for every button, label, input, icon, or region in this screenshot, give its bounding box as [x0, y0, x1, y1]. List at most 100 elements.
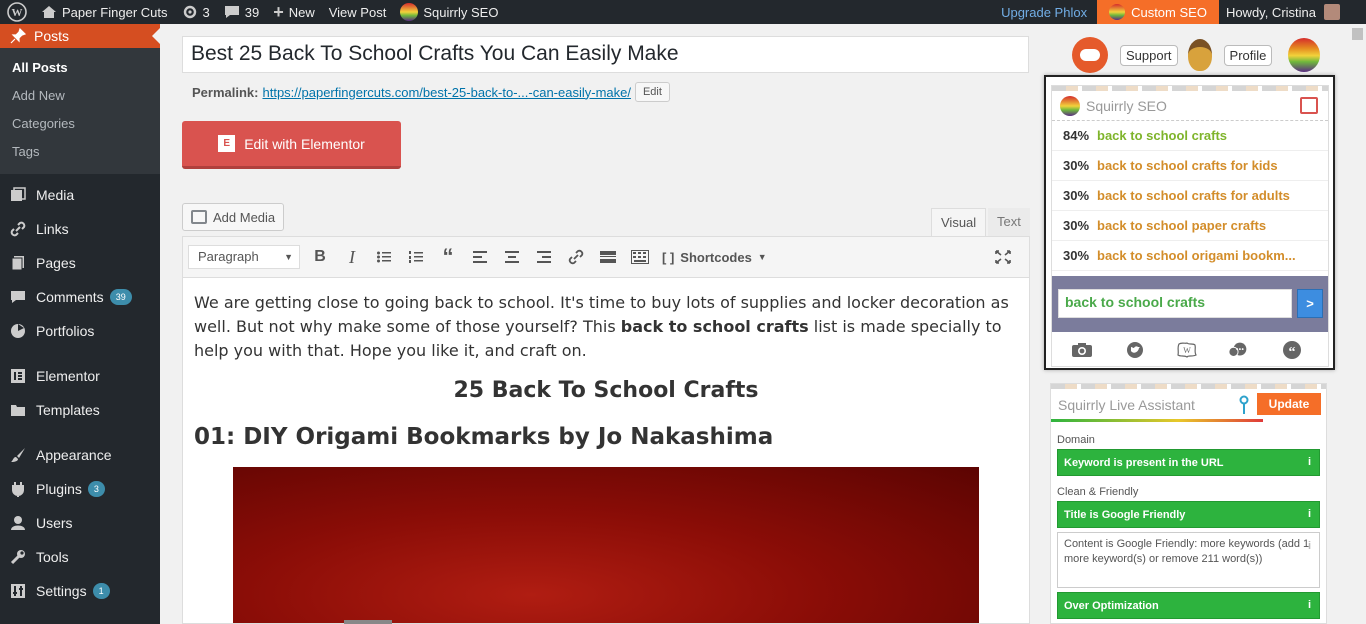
keyword-go-button[interactable]: >	[1297, 289, 1323, 318]
chat-bubble-icon[interactable]	[1228, 340, 1250, 360]
elementor-icon	[9, 367, 27, 385]
read-more-button[interactable]	[592, 242, 624, 272]
sidebar-item-portfolios[interactable]: Portfolios	[0, 314, 160, 348]
submenu-add-new[interactable]: Add New	[0, 82, 160, 110]
format-select[interactable]: Paragraph	[188, 245, 300, 269]
submenu-tags[interactable]: Tags	[0, 138, 160, 166]
camera-icon[interactable]	[1071, 340, 1093, 360]
quote-icon[interactable]: “	[1281, 340, 1303, 360]
page-scrollbar[interactable]	[1349, 24, 1366, 624]
bold-button[interactable]: B	[304, 242, 336, 272]
sidebar-item-elementor[interactable]: Elementor	[0, 359, 160, 393]
intro-bold-keyword: back to school crafts	[620, 317, 809, 336]
sidebar-item-settings[interactable]: Settings 1	[0, 574, 160, 608]
live-assistant-title: Squirrly Live Assistant	[1058, 396, 1195, 413]
folder-icon	[9, 401, 27, 419]
fullscreen-button[interactable]	[987, 242, 1019, 272]
sidebar-item-links[interactable]: Links	[0, 212, 160, 246]
sidebar-item-plugins[interactable]: Plugins 3	[0, 472, 160, 506]
squirrly-seo-link[interactable]: Squirrly SEO	[393, 0, 505, 24]
plus-icon: +	[273, 1, 284, 22]
wikipedia-icon[interactable]: W	[1176, 340, 1198, 360]
list-menu-icon[interactable]	[1300, 97, 1318, 114]
support-button[interactable]: Support	[1120, 44, 1178, 66]
site-name-link[interactable]: Paper Finger Cuts	[34, 0, 175, 24]
view-post-link[interactable]: View Post	[322, 0, 394, 24]
elementor-icon: E	[218, 135, 236, 152]
align-left-button[interactable]	[464, 242, 496, 272]
score-underline	[1051, 419, 1263, 422]
sidebar-item-appearance[interactable]: Appearance	[0, 438, 160, 472]
keyword-suggestion[interactable]: 30% back to school crafts for kids	[1052, 151, 1328, 181]
custom-seo-button[interactable]: Custom SEO	[1097, 0, 1219, 24]
keyword-suggestion[interactable]: 84% back to school crafts	[1052, 121, 1328, 151]
keyword-suggestion[interactable]: 30% back to school origami bookm...	[1052, 241, 1328, 271]
sidebar-item-posts[interactable]: Posts	[0, 24, 160, 48]
editor-content[interactable]: We are getting close to going back to sc…	[183, 278, 1029, 486]
svg-text:W: W	[12, 7, 23, 19]
keyword-suggestion[interactable]: 30% back to school crafts for adults	[1052, 181, 1328, 211]
update-button[interactable]: Update	[1257, 393, 1321, 415]
sidebar-item-media[interactable]: Media	[0, 178, 160, 212]
keyword-suggestion[interactable]: 30% back to school paper crafts	[1052, 211, 1328, 241]
seo-panel-title: Squirrly SEO	[1086, 97, 1167, 114]
info-icon[interactable]: i	[1308, 539, 1311, 554]
scroll-up-arrow[interactable]	[1352, 28, 1363, 40]
sidebar-item-templates[interactable]: Templates	[0, 393, 160, 427]
upgrade-phlox-link[interactable]: Upgrade Phlox	[991, 0, 1097, 24]
howdy-label: Howdy, Cristina	[1225, 4, 1316, 20]
sidebar-item-pages[interactable]: Pages	[0, 246, 160, 280]
align-right-button[interactable]	[528, 242, 560, 272]
user-icon	[9, 514, 27, 532]
my-account-link[interactable]: Howdy, Cristina	[1219, 0, 1366, 24]
posts-submenu: All Posts Add New Categories Tags	[0, 48, 160, 174]
tab-visual[interactable]: Visual	[931, 208, 987, 236]
content-subheading: 01: DIY Origami Bookmarks by Jo Nakashim…	[194, 424, 774, 450]
align-center-button[interactable]	[496, 242, 528, 272]
submenu-all-posts[interactable]: All Posts	[0, 54, 160, 82]
sidebar-item-users[interactable]: Users	[0, 506, 160, 540]
keyword-percent: 30%	[1063, 218, 1090, 233]
updates-link[interactable]: 3	[175, 0, 217, 24]
squirrly-logo-icon	[1060, 95, 1080, 116]
sidebar-item-comments[interactable]: Comments 39	[0, 280, 160, 314]
new-content-link[interactable]: + New	[266, 0, 322, 24]
keyword-search-area: back to school crafts >	[1052, 276, 1328, 332]
add-media-button[interactable]: Add Media	[182, 203, 285, 231]
check-keyword-in-url[interactable]: Keyword is present in the URL i	[1057, 449, 1320, 476]
edit-with-elementor-button[interactable]: E Edit with Elementor	[182, 121, 401, 169]
permalink-link[interactable]: https://paperfingercuts.com/best-25-back…	[262, 85, 630, 100]
insert-link-button[interactable]	[560, 242, 592, 272]
permalink-edit-button[interactable]: Edit	[634, 82, 670, 102]
shortcodes-label: Shortcodes	[680, 249, 752, 265]
post-title-input[interactable]: Best 25 Back To School Crafts You Can Ea…	[182, 36, 1029, 73]
toolbar-toggle-button[interactable]	[624, 242, 656, 272]
profile-button[interactable]: Profile	[1223, 44, 1273, 66]
keyword-input[interactable]: back to school crafts	[1058, 289, 1292, 318]
horizontal-scroll-thumb[interactable]	[344, 620, 392, 624]
check-title-friendly[interactable]: Title is Google Friendly i	[1057, 501, 1320, 528]
info-icon[interactable]: i	[1308, 456, 1311, 468]
check-over-optimization[interactable]: Over Optimization i	[1057, 592, 1320, 619]
sidebar-item-label: Media	[36, 187, 75, 203]
info-icon[interactable]: i	[1308, 599, 1311, 611]
twitter-bird-icon[interactable]	[1124, 340, 1146, 360]
submenu-categories[interactable]: Categories	[0, 110, 160, 138]
comment-bubble-icon	[224, 5, 240, 19]
bulleted-list-button[interactable]	[368, 242, 400, 272]
add-media-icon	[191, 210, 207, 224]
brush-icon	[9, 446, 27, 464]
check-content-friendly[interactable]: Content is Google Friendly: more keyword…	[1057, 532, 1320, 588]
numbered-list-button[interactable]	[400, 242, 432, 272]
sidebar-item-tools[interactable]: Tools	[0, 540, 160, 574]
italic-button[interactable]: I	[336, 242, 368, 272]
info-icon[interactable]: i	[1308, 508, 1311, 520]
acorn-icon	[1187, 39, 1212, 71]
tab-text[interactable]: Text	[988, 208, 1030, 236]
settings-icon	[9, 582, 27, 600]
shortcodes-dropdown[interactable]: [ ] Shortcodes ▼	[662, 250, 767, 265]
blockquote-button[interactable]: “	[432, 242, 464, 272]
comments-link[interactable]: 39	[217, 0, 266, 24]
wordpress-logo-icon[interactable]: W	[0, 0, 34, 24]
pin-icon[interactable]	[1239, 395, 1249, 415]
